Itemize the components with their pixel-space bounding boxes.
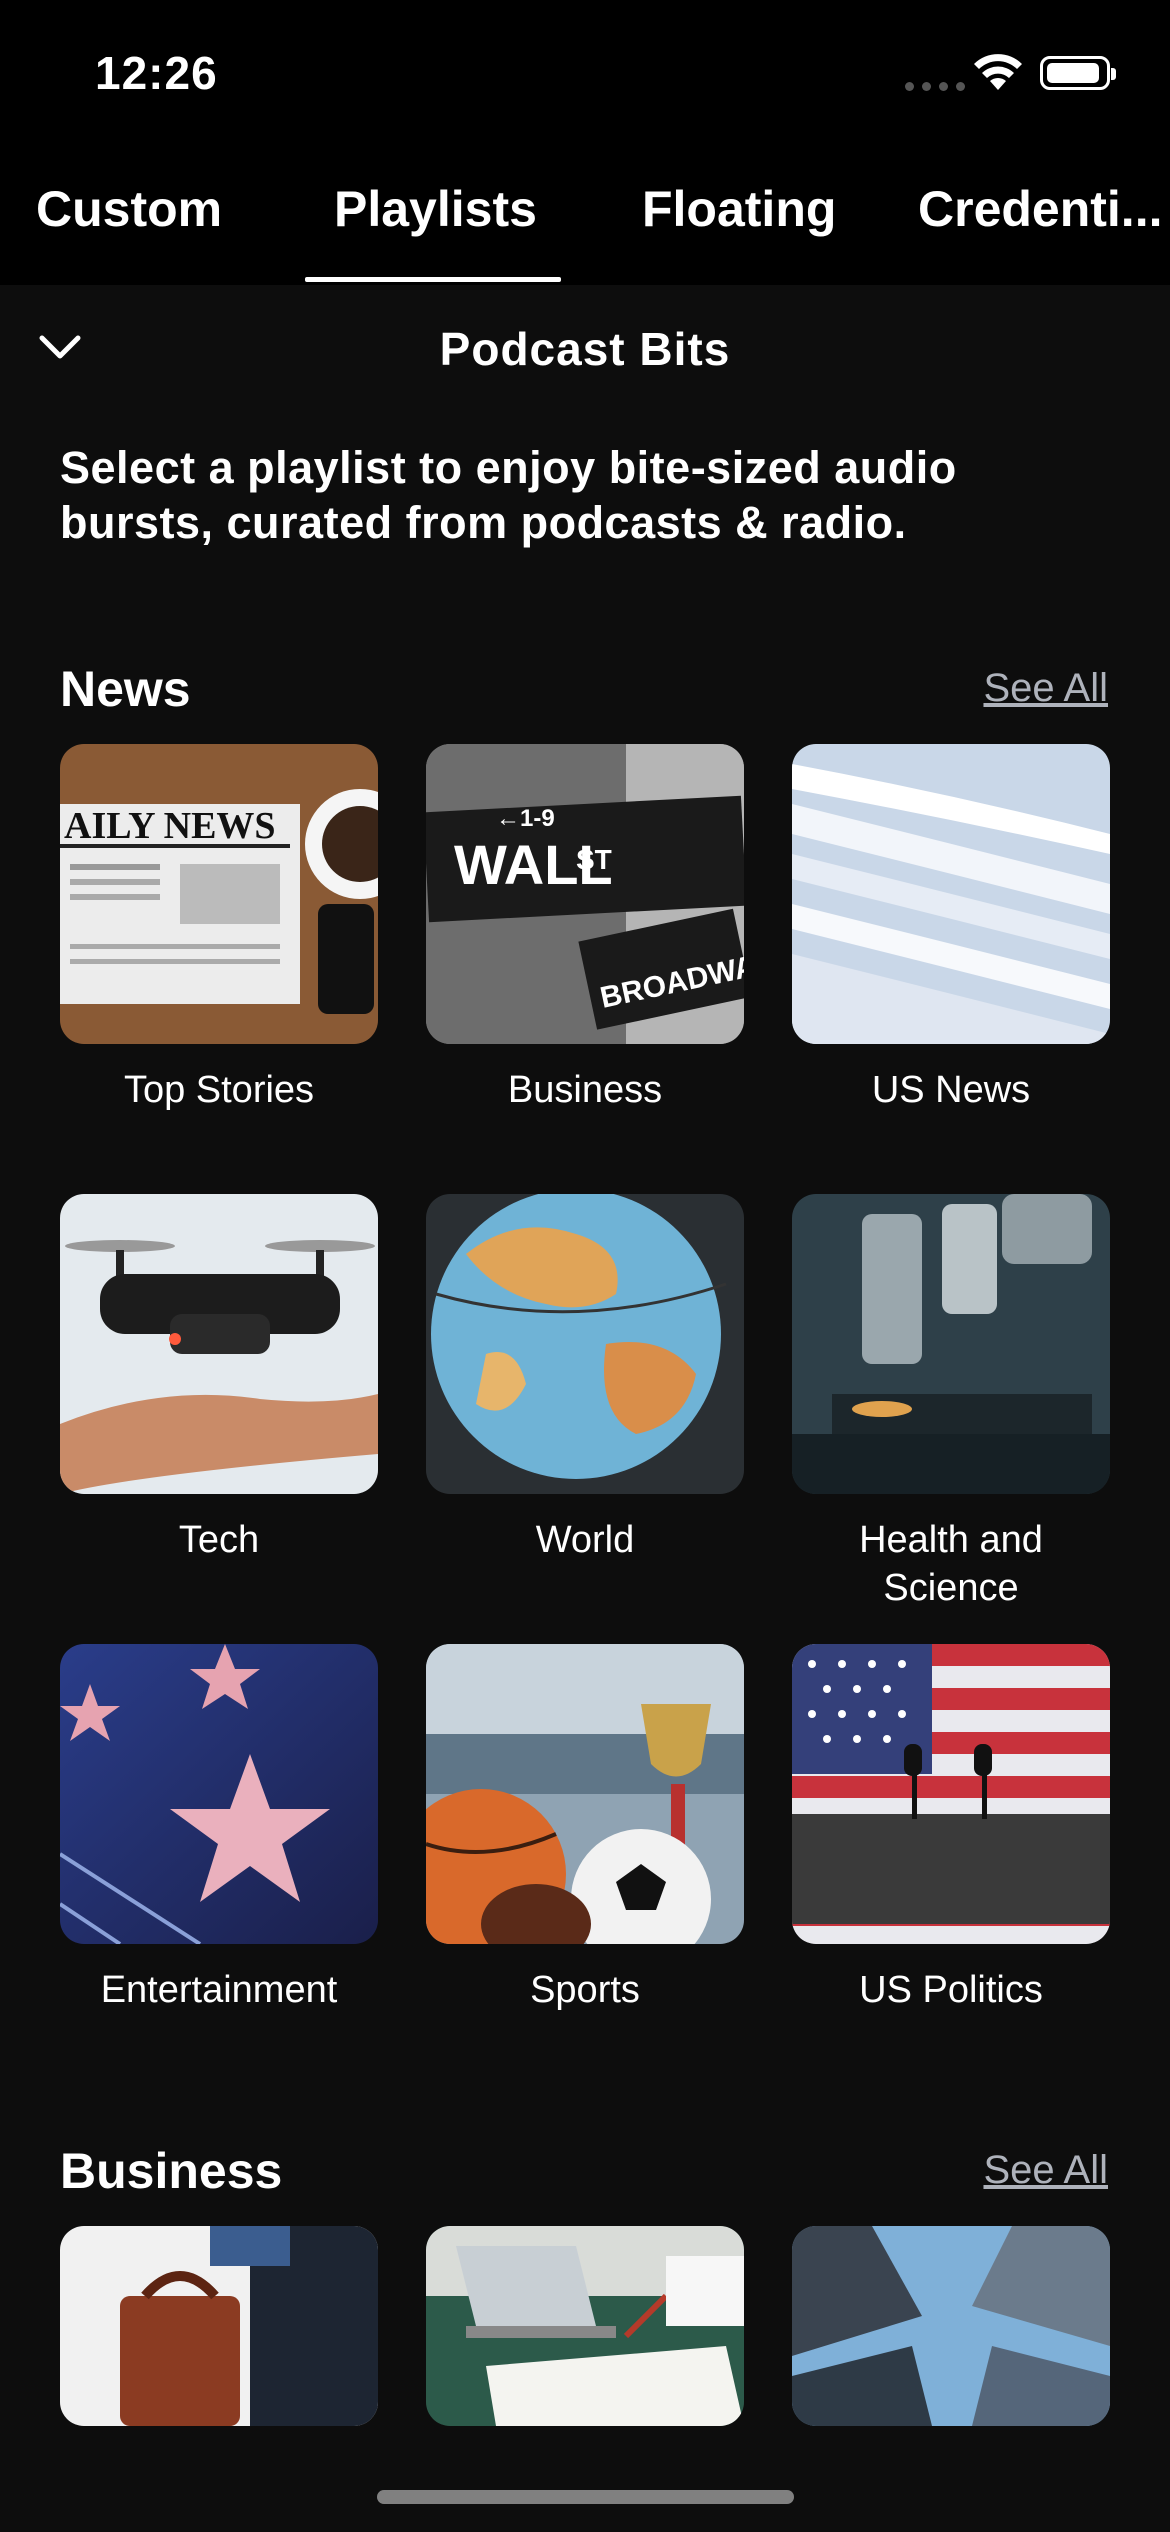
tab-credentials[interactable]: Credenti...	[918, 180, 1162, 238]
playlist-tile-us-politics[interactable]: US Politics	[792, 1644, 1110, 2014]
walk-of-fame-star-image	[60, 1644, 378, 1944]
home-bar-area	[0, 2430, 1170, 2532]
svg-text:AILY NEWS: AILY NEWS	[64, 805, 276, 847]
playlist-tile-us-news[interactable]: US News	[792, 744, 1110, 1114]
wall-street-sign-image: WALL ST ←1-9 BROADWAY	[426, 744, 744, 1044]
tile-label: Top Stories	[123, 1069, 315, 1111]
flag-podium-image	[792, 1644, 1110, 1944]
playlist-tile-health-science[interactable]: Health and Science	[792, 1194, 1110, 1612]
tab-custom[interactable]: Custom	[36, 180, 222, 238]
laptop-paperwork-image	[426, 2226, 744, 2426]
tile-label: US Politics	[859, 1969, 1043, 2011]
tile-label: Sports	[530, 1969, 640, 2011]
active-tab-indicator	[305, 277, 561, 282]
wifi-icon	[974, 54, 1022, 90]
status-time: 12:26	[95, 47, 218, 99]
briefcase-image	[60, 2226, 378, 2426]
page-title: Podcast Bits	[439, 323, 731, 375]
home-indicator[interactable]	[377, 2490, 794, 2504]
globe-image	[426, 1194, 744, 1494]
cellular-signal-icon	[905, 82, 965, 91]
playlist-tile-business-3[interactable]	[792, 2226, 1110, 2426]
sports-balls-trophy-image	[426, 1644, 744, 1944]
svg-text:←1-9: ←1-9	[496, 805, 555, 832]
playlist-tile-sports[interactable]: Sports	[426, 1644, 744, 2014]
microscope-image	[792, 1194, 1110, 1494]
battery-icon	[1040, 56, 1116, 90]
newspaper-image: AILY NEWS	[60, 744, 378, 1044]
playlist-tile-top-stories[interactable]: AILY NEWS Top Stories	[60, 744, 378, 1114]
tile-label: US News	[871, 1069, 1031, 1111]
status-bar: 12:26	[0, 0, 1170, 140]
playlist-tile-business[interactable]: WALL ST ←1-9 BROADWAY Business	[426, 744, 744, 1114]
drone-image	[60, 1194, 378, 1494]
see-all-news-link[interactable]: See All	[983, 666, 1108, 711]
tile-label: Health and Science	[859, 1519, 1043, 1609]
tile-label: Business	[507, 1069, 663, 1111]
playlist-tile-entertainment[interactable]: Entertainment	[60, 1644, 378, 2014]
section-title-news: News	[60, 661, 191, 717]
tile-label: Entertainment	[100, 1969, 338, 2011]
newspapers-stack-image	[792, 744, 1110, 1044]
tile-label: World	[535, 1519, 635, 1561]
skyscrapers-image	[792, 2226, 1110, 2426]
svg-text:ST: ST	[576, 844, 612, 875]
playlist-tile-world[interactable]: World	[426, 1194, 744, 1564]
playlist-tile-business-1[interactable]	[60, 2226, 378, 2426]
tile-label: Tech	[178, 1519, 260, 1561]
section-title-business: Business	[60, 2143, 283, 2199]
see-all-business-link[interactable]: See All	[983, 2148, 1108, 2193]
tab-bar: Custom Playlists Floating Credenti...	[0, 140, 1170, 285]
playlist-tile-tech[interactable]: Tech	[60, 1194, 378, 1564]
intro-text: Select a playlist to enjoy bite-sized au…	[60, 442, 957, 548]
tab-floating[interactable]: Floating	[642, 180, 836, 238]
playlist-tile-business-2[interactable]	[426, 2226, 744, 2426]
tab-playlists[interactable]: Playlists	[334, 180, 537, 238]
